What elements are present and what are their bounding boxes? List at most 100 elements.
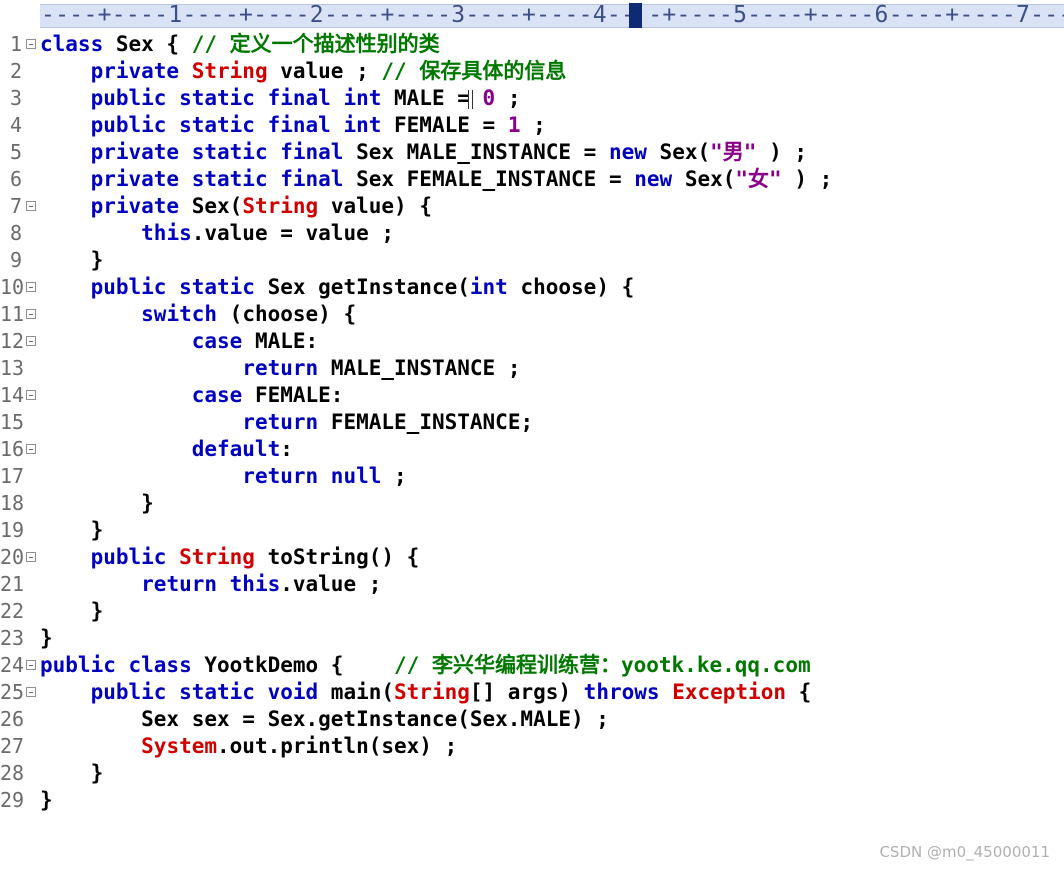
code-text: public static void main(String[] args) t…: [40, 679, 812, 706]
code-token: private static final: [90, 167, 357, 191]
code-line[interactable]: 10 public static Sex getInstance(int cho…: [0, 274, 1064, 301]
line-number: 21: [0, 572, 25, 596]
code-token: 0: [482, 86, 496, 110]
code-text: }: [40, 625, 53, 652]
code-line[interactable]: 26 Sex sex = Sex.getInstance(Sex.MALE) ;: [0, 706, 1064, 733]
code-text: private static final Sex FEMALE_INSTANCE…: [40, 166, 833, 193]
code-token: }: [40, 599, 104, 623]
line-number: 23: [0, 626, 25, 650]
line-number: 6: [9, 167, 22, 191]
code-line[interactable]: 13 return MALE_INSTANCE ;: [0, 355, 1064, 382]
code-line[interactable]: 11 switch (choose) {: [0, 301, 1064, 328]
code-line[interactable]: 29}: [0, 787, 1064, 814]
fold-toggle-icon[interactable]: [26, 390, 36, 400]
code-token: }: [40, 518, 104, 542]
code-line[interactable]: 25 public static void main(String[] args…: [0, 679, 1064, 706]
code-text: return null ;: [40, 463, 406, 490]
code-line[interactable]: 14 case FEMALE:: [0, 382, 1064, 409]
fold-toggle-icon[interactable]: [26, 201, 36, 211]
code-text: return FEMALE_INSTANCE;: [40, 409, 533, 436]
code-line[interactable]: 24 public class YootkDemo { // 李兴华编程训练营：y…: [0, 652, 1064, 679]
code-token: ;: [520, 113, 546, 137]
code-token: case: [191, 329, 255, 353]
code-token: toString() {: [254, 545, 420, 569]
code-token: }: [40, 761, 104, 785]
code-token: new: [634, 167, 685, 191]
code-token: return null: [242, 464, 395, 488]
column-ruler: ----+----1----+----2----+----3----+----4…: [0, 0, 1064, 31]
code-token: case: [191, 383, 255, 407]
text-cursor-icon: [468, 90, 473, 109]
code-text: }: [40, 760, 104, 787]
code-line[interactable]: 20 public String toString() {: [0, 544, 1064, 571]
code-text: public static final int MALE = 0 ;: [40, 85, 521, 112]
code-token: Sex MALE_INSTANCE =: [356, 140, 609, 164]
code-line[interactable]: 27 System.out.println(sex) ;: [0, 733, 1064, 760]
code-line[interactable]: 21 return this.value ;: [0, 571, 1064, 598]
code-line[interactable]: 12 case MALE:: [0, 328, 1064, 355]
code-line[interactable]: 23}: [0, 625, 1064, 652]
code-token: value ;: [267, 59, 382, 83]
code-line[interactable]: 22 }: [0, 598, 1064, 625]
code-token: default: [191, 437, 281, 461]
code-line[interactable]: 2 private String value ; // 保存具体的信息: [0, 58, 1064, 85]
code-line[interactable]: 19 }: [0, 517, 1064, 544]
code-line[interactable]: 3 public static final int MALE = 0 ;: [0, 85, 1064, 112]
code-text: Sex sex = Sex.getInstance(Sex.MALE) ;: [40, 706, 609, 733]
code-line[interactable]: 4 public static final int FEMALE = 1 ;: [0, 112, 1064, 139]
line-number: 16: [0, 437, 25, 461]
code-line[interactable]: 5 private static final Sex MALE_INSTANCE…: [0, 139, 1064, 166]
line-number: 19: [0, 518, 25, 542]
fold-toggle-icon[interactable]: [26, 336, 36, 346]
line-number: 25: [0, 680, 25, 704]
code-line[interactable]: 17 return null ;: [0, 463, 1064, 490]
code-line[interactable]: 15 return FEMALE_INSTANCE;: [0, 409, 1064, 436]
code-token: YootkDemo {: [204, 653, 395, 677]
line-number: 20: [0, 545, 25, 569]
code-line[interactable]: 9 }: [0, 247, 1064, 274]
code-token: new: [608, 140, 660, 164]
code-token: Exception: [672, 680, 786, 704]
fold-toggle-icon[interactable]: [26, 687, 36, 697]
code-token: ) ;: [756, 140, 807, 164]
code-token: Sex(: [191, 194, 243, 218]
line-number: 12: [0, 329, 25, 353]
code-line[interactable]: 28 }: [0, 760, 1064, 787]
code-line[interactable]: 6 private static final Sex FEMALE_INSTAN…: [0, 166, 1064, 193]
code-line[interactable]: 16 default:: [0, 436, 1064, 463]
fold-toggle-icon[interactable]: [26, 39, 36, 49]
code-token: value) {: [318, 194, 432, 218]
code-token: String: [179, 545, 255, 569]
fold-toggle-icon[interactable]: [26, 282, 36, 292]
code-token: public static: [90, 275, 268, 299]
fold-toggle-icon[interactable]: [26, 552, 36, 562]
code-text: case MALE:: [40, 328, 318, 355]
fold-toggle-icon[interactable]: [26, 444, 36, 454]
line-number: 14: [0, 383, 25, 407]
code-token: // 保存具体的信息: [381, 59, 567, 83]
code-token: Sex {: [115, 32, 192, 56]
code-text: }: [40, 247, 104, 274]
code-token: }: [40, 491, 154, 515]
code-token: 1: [507, 113, 521, 137]
code-line[interactable]: 1 class Sex { // 定义一个描述性别的类: [0, 31, 1064, 58]
code-line[interactable]: 7 private Sex(String value) {: [0, 193, 1064, 220]
code-editor[interactable]: 1 class Sex { // 定义一个描述性别的类 2 private Stri…: [0, 31, 1064, 814]
line-number: 3: [9, 86, 22, 110]
fold-toggle-icon[interactable]: [26, 309, 36, 319]
line-number: 27: [0, 734, 25, 758]
code-token: Sex sex = Sex.getInstance(Sex.MALE) ;: [40, 707, 609, 731]
fold-toggle-icon[interactable]: [26, 660, 36, 670]
code-line[interactable]: 8 this.value = value ;: [0, 220, 1064, 247]
code-text: public static Sex getInstance(int choose…: [40, 274, 635, 301]
code-token: System: [141, 734, 218, 758]
code-text: private Sex(String value) {: [40, 193, 432, 220]
code-line[interactable]: 18 }: [0, 490, 1064, 517]
